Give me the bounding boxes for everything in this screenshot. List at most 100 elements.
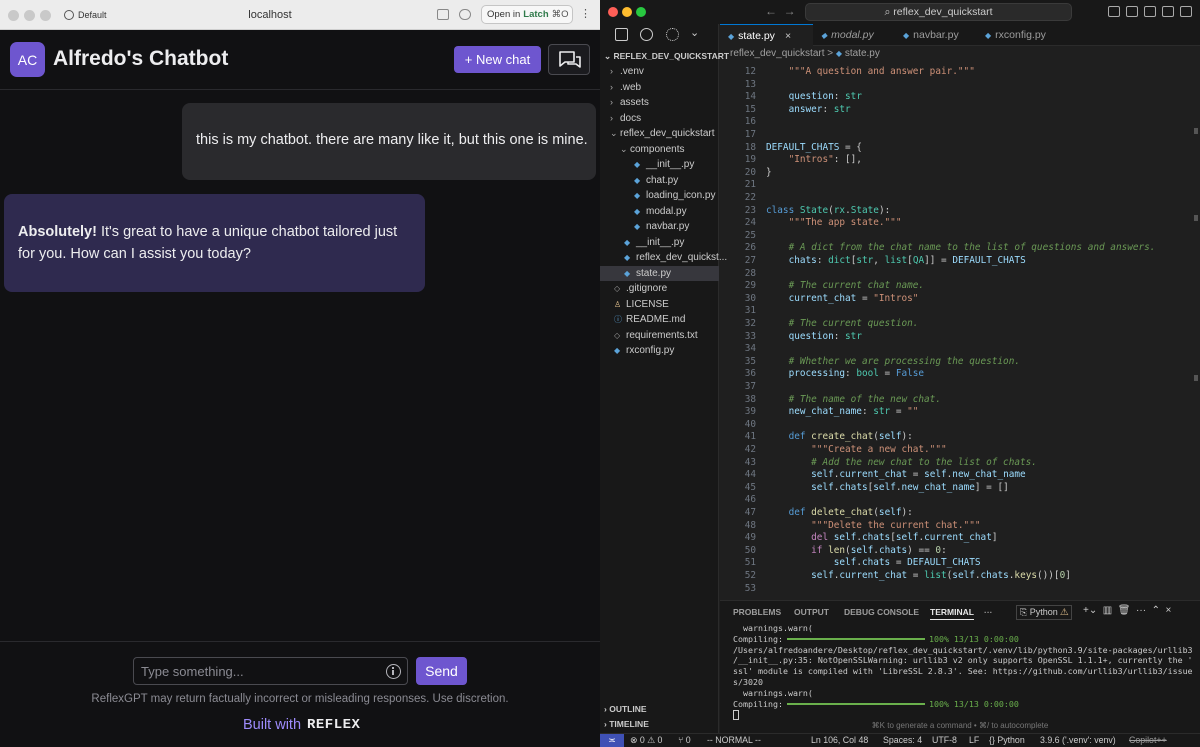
timeline-section[interactable]: › TIMELINE [604, 719, 649, 729]
explorer-root-folder[interactable]: ⌄ REFLEX_DEV_QUICKSTART [604, 51, 729, 62]
tree-file[interactable]: ◆ __init__.py [600, 157, 719, 173]
tree-file[interactable]: ◆ __init__.py [600, 235, 719, 251]
ports-count[interactable]: ⑂ 0 [678, 735, 691, 745]
tree-item-label: __init__.py [636, 236, 685, 248]
tree-folder[interactable]: ⌄ reflex_dev_quickstart [600, 126, 719, 142]
toggle-sidebar-icon[interactable] [1108, 6, 1120, 17]
breadcrumb-folder[interactable]: reflex_dev_quickstart [730, 48, 825, 59]
tree-file[interactable]: ◇ requirements.txt [600, 328, 719, 344]
tree-file[interactable]: ♙ LICENSE [600, 297, 719, 313]
minimize-window-button[interactable] [622, 7, 632, 17]
tab-rxconfig-py[interactable]: ◆ rxconfig.py [977, 24, 1067, 46]
code-text: # A dict from the chat name to the list … [788, 242, 1156, 254]
code-text: chats: dict[str, list[QA]] = DEFAULT_CHA… [788, 255, 1026, 266]
source-control-icon[interactable] [666, 28, 679, 41]
tree-folder[interactable]: › .web [600, 80, 719, 96]
zoom-window-button[interactable] [40, 10, 51, 21]
remote-indicator[interactable]: ≍ [600, 734, 624, 747]
tree-file[interactable]: ⓘ README.md [600, 312, 719, 328]
tree-file[interactable]: ◆ loading_icon.py [600, 188, 719, 204]
encoding[interactable]: UTF-8 [932, 735, 957, 745]
info-icon[interactable] [386, 664, 401, 679]
chevron-right-icon: › [610, 112, 613, 123]
tree-file[interactable]: ◆ modal.py [600, 204, 719, 220]
open-in-button[interactable]: Open in Latch ⌘O [481, 5, 573, 24]
tab-problems[interactable]: PROBLEMS [733, 607, 781, 617]
customize-layout-icon[interactable] [1162, 6, 1174, 17]
code-editor[interactable]: 12 """A question and answer pair.""" 13 14… [720, 66, 1200, 596]
tree-folder[interactable]: › .venv [600, 64, 719, 80]
tree-file[interactable]: ◆ state.py [600, 265, 719, 281]
command-center-search[interactable]: ⌕ reflex_dev_quickstart [805, 3, 1072, 21]
reflex-logo[interactable]: REFLEX [307, 717, 360, 733]
address-bar[interactable]: localhost [210, 9, 330, 21]
tab-modal-py[interactable]: ◆ modal.py [813, 24, 895, 46]
assistant-message-emphasis: Absolutely! [18, 224, 97, 240]
toggle-panel-icon[interactable] [1126, 6, 1138, 17]
accounts-icon[interactable] [1180, 6, 1192, 17]
chevron-down-icon[interactable]: ⌄ [690, 26, 699, 39]
tree-file[interactable]: ◆ chat.py [600, 173, 719, 189]
tree-file[interactable]: ◆ navbar.py [600, 219, 719, 235]
tab-terminal[interactable]: TERMINAL [930, 607, 974, 620]
more-icon[interactable]: ⋮ [580, 7, 591, 20]
outline-section[interactable]: › OUTLINE [604, 704, 647, 714]
tree-file[interactable]: ◇ .gitignore [600, 281, 719, 297]
tab-state-py[interactable]: ◆ state.py × [720, 24, 813, 46]
line-number: 29 [744, 280, 756, 292]
terminal-output[interactable]: warnings.warn( Compiling: 100% 13/13 0:00… [733, 623, 1193, 720]
profile-selector[interactable]: Default [58, 7, 113, 23]
tree-file[interactable]: ◆ rxconfig.py [600, 343, 719, 359]
toggle-secondary-sidebar-icon[interactable] [1144, 6, 1156, 17]
breadcrumb-file[interactable]: state.py [845, 48, 880, 59]
close-window-button[interactable] [608, 7, 618, 17]
built-with-text[interactable]: Built with [243, 717, 301, 733]
tree-folder[interactable]: › assets [600, 95, 719, 111]
search-icon[interactable] [640, 28, 653, 41]
python-interpreter[interactable]: 3.9.6 ('.venv': venv) [1040, 735, 1116, 745]
tree-item-label: chat.py [646, 174, 679, 186]
link-icon[interactable] [459, 9, 471, 20]
terminal-prompt[interactable] [733, 709, 1193, 720]
close-icon[interactable]: × [785, 30, 791, 42]
tab-debug-console[interactable]: DEBUG CONSOLE [844, 607, 919, 617]
python-file-icon: ◆ [903, 31, 910, 40]
code-text: class State(rx.State): [766, 204, 891, 216]
python-file-icon: ◆ [614, 346, 621, 355]
tree-folder[interactable]: ⌄ components [600, 142, 719, 158]
tree-folder[interactable]: › docs [600, 111, 719, 127]
license-icon: ♙ [614, 299, 622, 309]
copilot-status[interactable]: Copilot++ [1129, 735, 1167, 745]
close-window-button[interactable] [8, 10, 19, 21]
tab-output[interactable]: OUTPUT [794, 607, 829, 617]
line-number: 53 [744, 582, 756, 594]
python-file-icon: ◆ [835, 49, 843, 58]
new-chat-button[interactable]: + New chat [454, 46, 541, 73]
line-number: 21 [744, 179, 756, 191]
chevron-right-icon: › [610, 66, 613, 76]
indentation[interactable]: Spaces: 4 [883, 735, 922, 745]
nav-back-forward[interactable]: ← → [765, 4, 796, 18]
tree-item-label: docs [620, 112, 642, 124]
screen-share-icon[interactable] [437, 9, 449, 20]
minimize-window-button[interactable] [24, 10, 35, 21]
send-button[interactable]: Send [416, 657, 467, 685]
line-number: 22 [744, 192, 756, 203]
message-input[interactable]: Type something... [133, 657, 408, 685]
chat-history-button[interactable] [548, 44, 590, 75]
line-ending[interactable]: LF [969, 735, 979, 745]
line-number: 36 [744, 368, 756, 380]
line-number: 34 [744, 343, 756, 355]
language-mode[interactable]: {} Python [989, 735, 1025, 745]
cursor-position[interactable]: Ln 106, Col 48 [811, 735, 868, 745]
terminal-line: /Users/alfredoandere/Desktop/reflex_dev_… [733, 644, 1193, 655]
problems-count[interactable]: ⊗ 0 ⚠ 0 [630, 735, 662, 746]
tree-file[interactable]: ◆ reflex_dev_quickst... [600, 250, 727, 266]
explorer-icon[interactable] [615, 28, 628, 41]
terminal-actions[interactable]: +⌄ ▥ 🗑 ··· ⌃ × [1083, 605, 1171, 616]
terminal-shell-label: Python [1029, 607, 1058, 617]
tab-navbar-py[interactable]: ◆ navbar.py [895, 24, 977, 46]
panel-more-icon[interactable]: ··· [984, 607, 993, 617]
terminal-shell-selector[interactable]: ⎘ Python ⚠ [1016, 605, 1073, 620]
zoom-window-button[interactable] [636, 7, 646, 17]
